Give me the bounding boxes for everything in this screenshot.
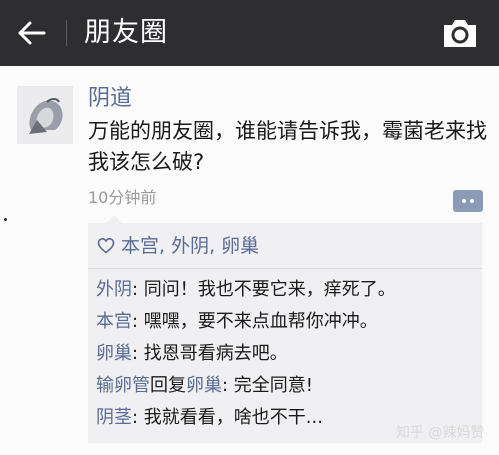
comment-separator: : (132, 407, 144, 428)
comment-separator: : (222, 375, 234, 396)
likes-row: 本宫, 外阴, 卵巢 (88, 223, 482, 269)
comment-item[interactable]: 外阴: 同问！我也不要它来，痒死了。 (96, 277, 396, 303)
camera-icon[interactable] (441, 16, 479, 50)
comment-item[interactable]: 阴茎: 我就看看，啥也不干... (96, 405, 323, 431)
comment-author[interactable]: 卵巢 (96, 343, 132, 364)
header-divider (66, 20, 67, 46)
dot-icon (470, 199, 474, 203)
comment-item[interactable]: 本宫: 嘿嘿，要不来点血帮你冲冲。 (96, 309, 378, 335)
post-author[interactable]: 阴道 (88, 84, 132, 114)
post-text: 万能的朋友圈，谁能请告诉我，霉菌老来找我该怎么破? (88, 119, 487, 174)
moments-page: 朋友圈 阴道 万能的朋友圈，谁能请告诉我，霉菌老来找我该怎么破? 10分钟前 本… (0, 0, 499, 455)
watermark: 知乎 @辣妈赞 (396, 425, 485, 441)
avatar-image (17, 86, 73, 144)
comment-text: 嘿嘿，要不来点血帮你冲冲。 (143, 311, 378, 332)
comment-item[interactable]: 卵巢: 找恩哥看病去吧。 (96, 341, 288, 367)
comment-author[interactable]: 输卵管 (96, 375, 150, 396)
comment-author[interactable]: 阴茎 (96, 407, 132, 428)
post-time: 10分钟前 (88, 188, 157, 207)
stray-dot (4, 218, 7, 221)
comment-menu-button[interactable] (453, 190, 483, 212)
comment-text: 同问！我也不要它来，痒死了。 (143, 279, 396, 300)
top-bar: 朋友圈 (0, 0, 499, 66)
comment-text: 我就看看，啥也不干... (143, 407, 323, 428)
comment-text: 找恩哥看病去吧。 (143, 343, 288, 364)
comments-box: 本宫, 外阴, 卵巢 外阴: 同问！我也不要它来，痒死了。 本宫: 嘿嘿，要不来… (88, 215, 482, 443)
comment-author[interactable]: 外阴 (96, 279, 132, 300)
reply-target[interactable]: 卵巢 (186, 375, 222, 396)
likes-names[interactable]: 本宫, 外阴, 卵巢 (121, 233, 259, 259)
page-title: 朋友圈 (84, 17, 168, 48)
comment-separator: : (132, 279, 144, 300)
comment-separator: : (132, 343, 144, 364)
comment-author[interactable]: 本宫 (96, 311, 132, 332)
reply-word: 回复 (150, 375, 186, 396)
comment-text: 完全同意! (233, 375, 314, 396)
back-arrow-icon[interactable] (16, 17, 48, 49)
heart-icon (97, 237, 115, 254)
avatar[interactable] (17, 86, 73, 144)
comment-item[interactable]: 输卵管回复卵巢: 完全同意! (96, 373, 313, 399)
dot-icon (462, 199, 466, 203)
comment-separator: : (132, 311, 144, 332)
